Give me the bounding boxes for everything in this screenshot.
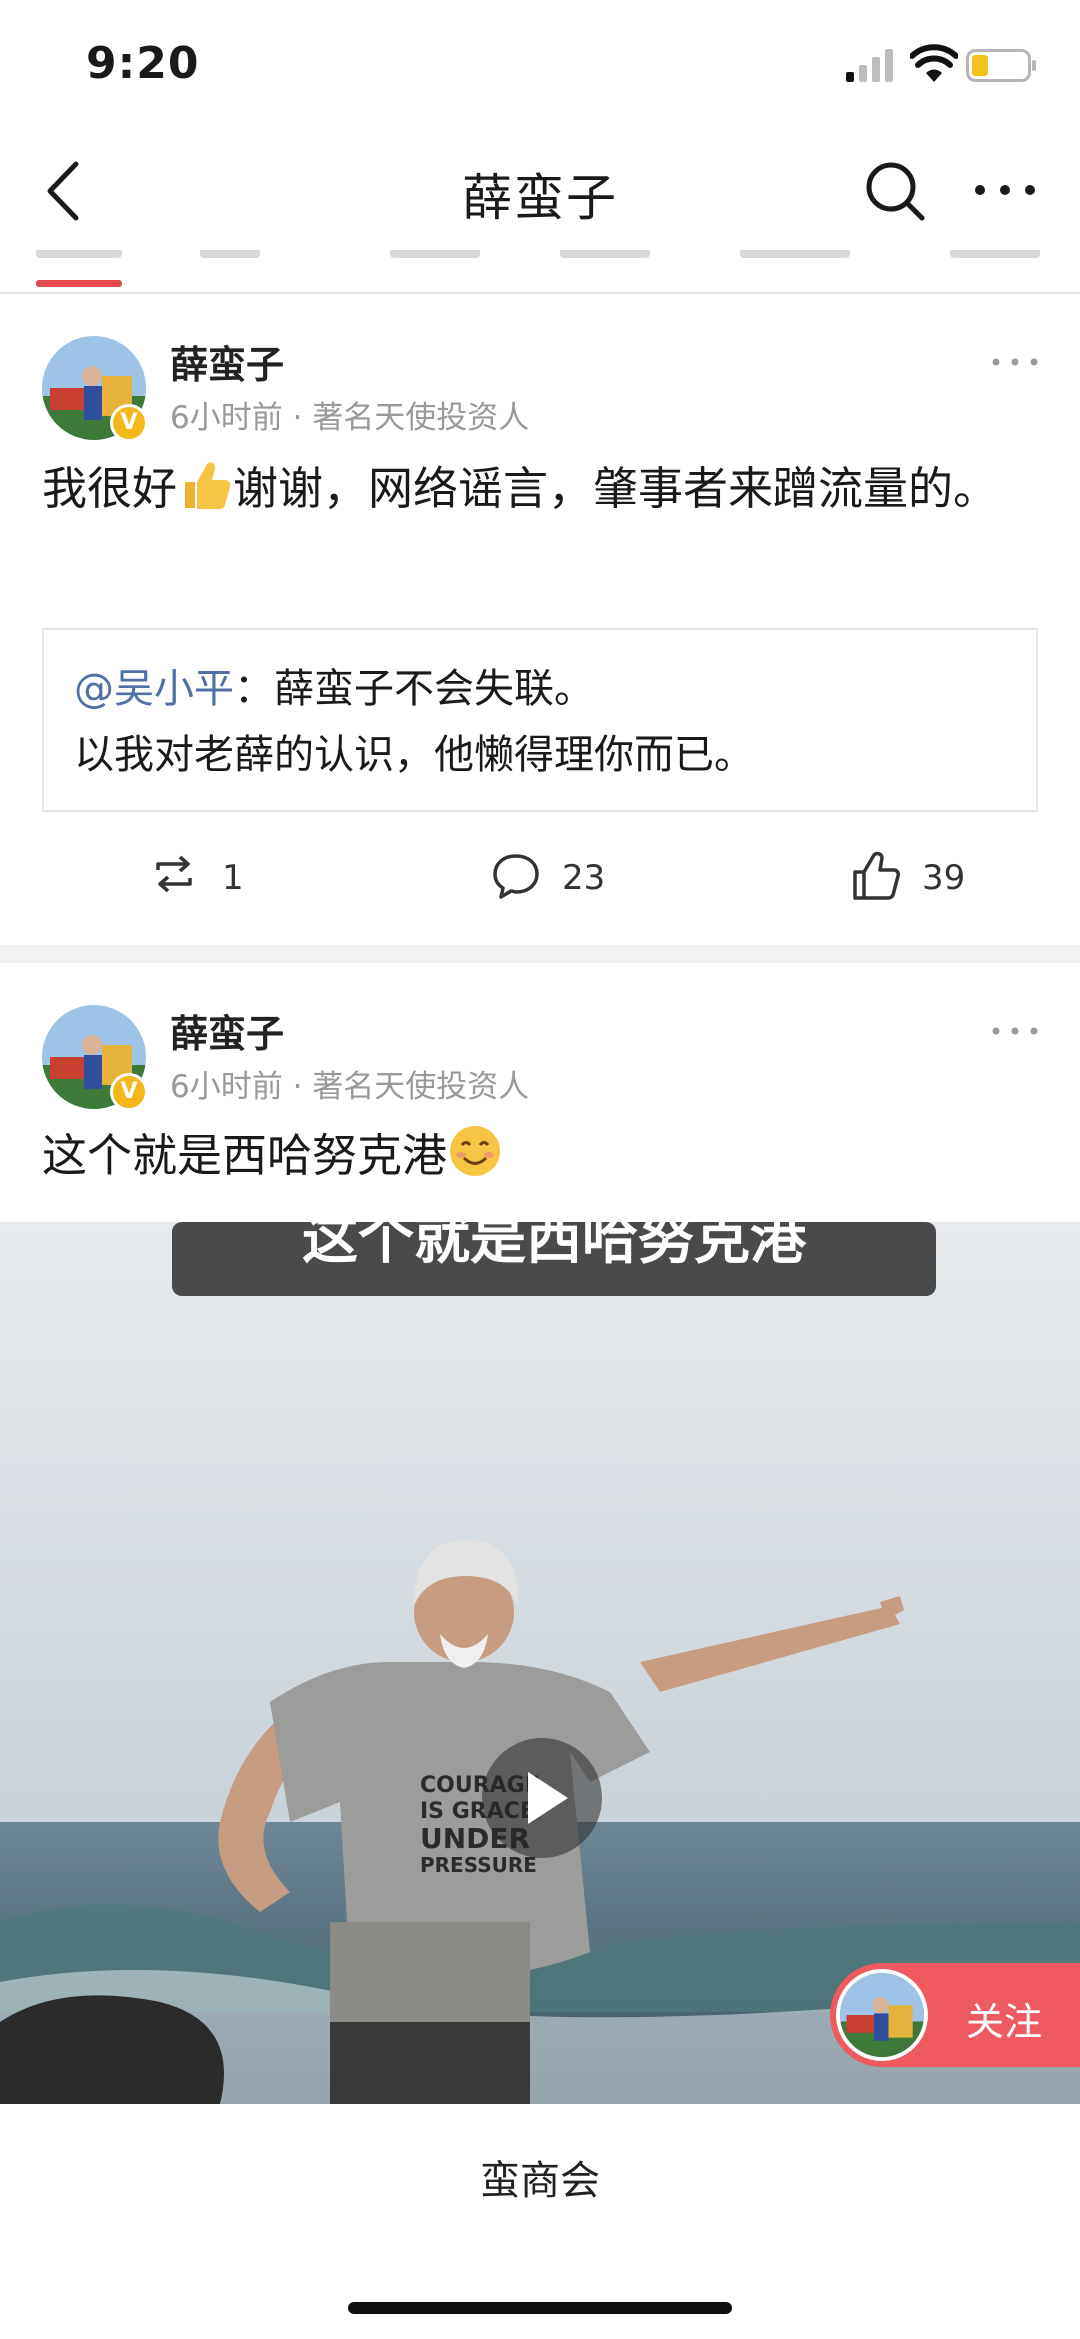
- post-more-icon[interactable]: [990, 352, 1040, 372]
- follow-button[interactable]: 关注: [830, 1963, 1080, 2067]
- post-time: 6小时前: [170, 1069, 283, 1105]
- thumbs-up-emoji-icon: [185, 462, 231, 509]
- post-text-part2: 谢谢，网络谣言，肇事者来蹭流量的。: [233, 462, 999, 515]
- tab-stub[interactable]: [950, 250, 1040, 258]
- tab-active-indicator: [36, 280, 122, 287]
- post-source: 著名天使投资人: [312, 1069, 530, 1105]
- video-banner-text: 这个就是西哈努克港: [302, 1222, 807, 1272]
- status-bar: 9:20: [0, 0, 1080, 130]
- comment-count: 23: [562, 858, 606, 898]
- follow-label: 关注: [966, 2000, 1043, 2044]
- repost-count: 1: [222, 858, 244, 898]
- verified-icon: V: [110, 404, 148, 442]
- quote-line-1: @吴小平：薛蛮子不会失联。: [74, 656, 594, 714]
- profile-tabs: [0, 250, 1080, 294]
- post-author[interactable]: 薛蛮子: [170, 1003, 284, 1058]
- post-time: 6小时前: [170, 400, 283, 436]
- search-icon[interactable]: [862, 158, 928, 224]
- home-indicator[interactable]: [348, 2302, 732, 2314]
- like-button[interactable]: 39: [850, 842, 990, 922]
- repost-icon: [156, 855, 192, 893]
- post-text: 我很好 谢谢，网络谣言，肇事者来蹭流量的。: [42, 456, 1042, 522]
- nav-bar: 薛蛮子: [0, 130, 1080, 250]
- quoted-post[interactable]: @吴小平：薛蛮子不会失联。 以我对老薛的认识，他懒得理你而已。: [42, 628, 1038, 812]
- weibo-profile-screen: 9:20 薛蛮子 V 薛蛮子 6小时前 · 著名天使投资人 我很好 谢谢，网络谣…: [0, 0, 1080, 2339]
- post-meta: 6小时前 · 著名天使投资人: [170, 392, 529, 437]
- comment-icon: [493, 854, 539, 899]
- meta-separator: ·: [292, 400, 303, 436]
- battery-icon: [966, 49, 1036, 82]
- cellular-signal-icon: [846, 49, 893, 82]
- post-card[interactable]: V 薛蛮子 6小时前 · 著名天使投资人 这个就是西哈努克港: [0, 963, 1080, 1222]
- smiling-face-emoji-icon: [450, 1126, 501, 1176]
- post-divider: [0, 945, 1080, 963]
- tab-stub[interactable]: [36, 250, 122, 258]
- post-author[interactable]: 薛蛮子: [170, 334, 284, 389]
- play-icon: [528, 1772, 568, 1824]
- mention-link[interactable]: @吴小平: [74, 666, 234, 712]
- tab-stub[interactable]: [200, 250, 260, 258]
- post-text-part1: 我很好: [42, 462, 178, 515]
- post-text: 这个就是西哈努克港: [42, 1123, 1042, 1189]
- post-actions: 1 23 39: [0, 842, 1080, 922]
- like-count: 39: [922, 858, 966, 898]
- thumbs-up-icon: [853, 851, 900, 900]
- post-meta: 6小时前 · 著名天使投资人: [170, 1061, 529, 1106]
- post-card[interactable]: V 薛蛮子 6小时前 · 著名天使投资人 我很好 谢谢，网络谣言，肇事者来蹭流量的…: [0, 296, 1080, 945]
- more-dots-icon[interactable]: [970, 170, 1040, 210]
- tab-stub[interactable]: [390, 250, 480, 258]
- post-more-icon[interactable]: [990, 1021, 1040, 1041]
- group-label[interactable]: 蛮商会: [0, 2148, 1080, 2206]
- post-text-body: 这个就是西哈努克港: [42, 1129, 448, 1182]
- tab-stub[interactable]: [740, 250, 850, 258]
- play-button[interactable]: [482, 1738, 602, 1858]
- comment-button[interactable]: 23: [490, 842, 630, 922]
- wifi-icon: [910, 44, 958, 82]
- status-time: 9:20: [86, 38, 200, 89]
- quote-line-2: 以我对老薛的认识，他懒得理你而已。: [74, 732, 754, 778]
- follow-avatar: [836, 1969, 928, 2061]
- post-source: 著名天使投资人: [312, 400, 530, 436]
- quote-text-1: ：薛蛮子不会失联。: [234, 666, 594, 712]
- tab-stub[interactable]: [560, 250, 650, 258]
- repost-button[interactable]: 1: [150, 842, 270, 922]
- meta-separator: ·: [292, 1069, 303, 1105]
- verified-icon: V: [110, 1073, 148, 1111]
